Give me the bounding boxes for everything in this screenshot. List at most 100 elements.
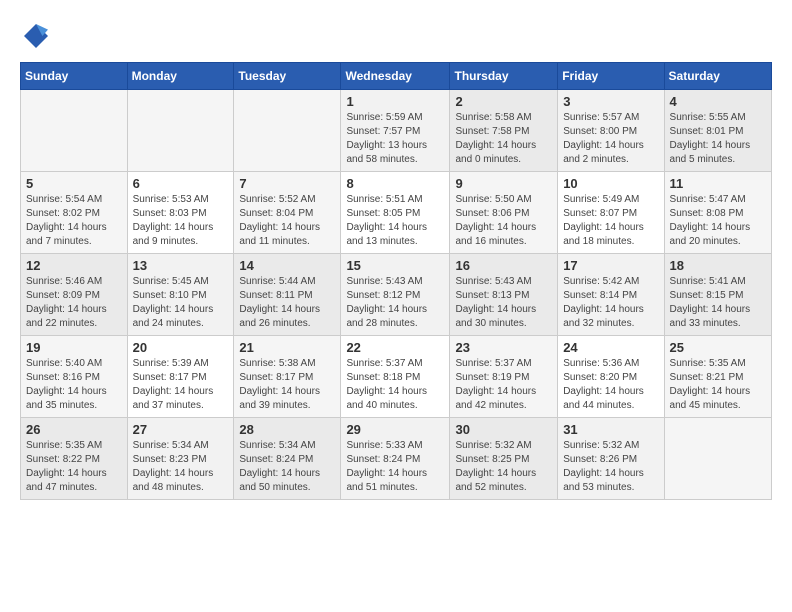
calendar-table: SundayMondayTuesdayWednesdayThursdayFrid… xyxy=(20,62,772,500)
day-info: Sunrise: 5:47 AM Sunset: 8:08 PM Dayligh… xyxy=(670,193,766,249)
weekday-header-row: SundayMondayTuesdayWednesdayThursdayFrid… xyxy=(21,63,772,90)
calendar-cell: 3 Sunrise: 5:57 AM Sunset: 8:00 PM Daylig… xyxy=(558,90,664,172)
calendar-cell: 31 Sunrise: 5:32 AM Sunset: 8:26 PM Dayli… xyxy=(558,418,664,500)
calendar-week-row: 19 Sunrise: 5:40 AM Sunset: 8:16 PM Dayli… xyxy=(21,336,772,418)
calendar-cell: 21 Sunrise: 5:38 AM Sunset: 8:17 PM Dayli… xyxy=(234,336,341,418)
calendar-cell: 30 Sunrise: 5:32 AM Sunset: 8:25 PM Dayli… xyxy=(450,418,558,500)
calendar-cell: 13 Sunrise: 5:45 AM Sunset: 8:10 PM Dayli… xyxy=(127,254,234,336)
weekday-header: Monday xyxy=(127,63,234,90)
day-number: 20 xyxy=(133,340,229,355)
day-info: Sunrise: 5:58 AM Sunset: 7:58 PM Dayligh… xyxy=(455,111,552,167)
calendar-cell: 23 Sunrise: 5:37 AM Sunset: 8:19 PM Dayli… xyxy=(450,336,558,418)
day-number: 3 xyxy=(563,94,658,109)
day-info: Sunrise: 5:32 AM Sunset: 8:26 PM Dayligh… xyxy=(563,439,658,495)
day-info: Sunrise: 5:41 AM Sunset: 8:15 PM Dayligh… xyxy=(670,275,766,331)
day-number: 1 xyxy=(346,94,444,109)
weekday-header: Thursday xyxy=(450,63,558,90)
day-number: 16 xyxy=(455,258,552,273)
day-number: 14 xyxy=(239,258,335,273)
calendar-cell: 8 Sunrise: 5:51 AM Sunset: 8:05 PM Daylig… xyxy=(341,172,450,254)
calendar-cell: 25 Sunrise: 5:35 AM Sunset: 8:21 PM Dayli… xyxy=(664,336,771,418)
weekday-header: Sunday xyxy=(21,63,128,90)
calendar-cell xyxy=(127,90,234,172)
day-number: 27 xyxy=(133,422,229,437)
calendar-cell: 1 Sunrise: 5:59 AM Sunset: 7:57 PM Daylig… xyxy=(341,90,450,172)
calendar-cell: 16 Sunrise: 5:43 AM Sunset: 8:13 PM Dayli… xyxy=(450,254,558,336)
day-info: Sunrise: 5:44 AM Sunset: 8:11 PM Dayligh… xyxy=(239,275,335,331)
day-info: Sunrise: 5:42 AM Sunset: 8:14 PM Dayligh… xyxy=(563,275,658,331)
day-info: Sunrise: 5:46 AM Sunset: 8:09 PM Dayligh… xyxy=(26,275,122,331)
day-info: Sunrise: 5:57 AM Sunset: 8:00 PM Dayligh… xyxy=(563,111,658,167)
calendar-cell: 11Sunrise: 5:47 AM Sunset: 8:08 PM Dayli… xyxy=(664,172,771,254)
day-info: Sunrise: 5:35 AM Sunset: 8:22 PM Dayligh… xyxy=(26,439,122,495)
day-number: 10 xyxy=(563,176,658,191)
day-info: Sunrise: 5:35 AM Sunset: 8:21 PM Dayligh… xyxy=(670,357,766,413)
calendar-week-row: 26Sunrise: 5:35 AM Sunset: 8:22 PM Dayli… xyxy=(21,418,772,500)
calendar-cell: 17 Sunrise: 5:42 AM Sunset: 8:14 PM Dayli… xyxy=(558,254,664,336)
day-number: 21 xyxy=(239,340,335,355)
day-info: Sunrise: 5:45 AM Sunset: 8:10 PM Dayligh… xyxy=(133,275,229,331)
day-info: Sunrise: 5:37 AM Sunset: 8:19 PM Dayligh… xyxy=(455,357,552,413)
day-info: Sunrise: 5:38 AM Sunset: 8:17 PM Dayligh… xyxy=(239,357,335,413)
calendar-cell: 12Sunrise: 5:46 AM Sunset: 8:09 PM Dayli… xyxy=(21,254,128,336)
calendar-cell: 9 Sunrise: 5:50 AM Sunset: 8:06 PM Daylig… xyxy=(450,172,558,254)
weekday-header: Saturday xyxy=(664,63,771,90)
calendar-cell: 14 Sunrise: 5:44 AM Sunset: 8:11 PM Dayli… xyxy=(234,254,341,336)
calendar-cell: 2 Sunrise: 5:58 AM Sunset: 7:58 PM Daylig… xyxy=(450,90,558,172)
day-number: 30 xyxy=(455,422,552,437)
day-number: 4 xyxy=(670,94,766,109)
day-info: Sunrise: 5:43 AM Sunset: 8:12 PM Dayligh… xyxy=(346,275,444,331)
calendar-cell: 15 Sunrise: 5:43 AM Sunset: 8:12 PM Dayli… xyxy=(341,254,450,336)
day-number: 22 xyxy=(346,340,444,355)
calendar-cell: 20 Sunrise: 5:39 AM Sunset: 8:17 PM Dayli… xyxy=(127,336,234,418)
day-info: Sunrise: 5:59 AM Sunset: 7:57 PM Dayligh… xyxy=(346,111,444,167)
day-number: 28 xyxy=(239,422,335,437)
weekday-header: Wednesday xyxy=(341,63,450,90)
day-info: Sunrise: 5:32 AM Sunset: 8:25 PM Dayligh… xyxy=(455,439,552,495)
calendar-cell: 26Sunrise: 5:35 AM Sunset: 8:22 PM Dayli… xyxy=(21,418,128,500)
day-number: 29 xyxy=(346,422,444,437)
calendar-cell: 18 Sunrise: 5:41 AM Sunset: 8:15 PM Dayli… xyxy=(664,254,771,336)
calendar-cell: 22 Sunrise: 5:37 AM Sunset: 8:18 PM Dayli… xyxy=(341,336,450,418)
day-number: 6 xyxy=(133,176,229,191)
day-number: 18 xyxy=(670,258,766,273)
calendar-cell: 28Sunrise: 5:34 AM Sunset: 8:24 PM Dayli… xyxy=(234,418,341,500)
calendar-cell xyxy=(21,90,128,172)
day-info: Sunrise: 5:33 AM Sunset: 8:24 PM Dayligh… xyxy=(346,439,444,495)
calendar-cell: 5 Sunrise: 5:54 AM Sunset: 8:02 PM Daylig… xyxy=(21,172,128,254)
calendar-cell xyxy=(234,90,341,172)
logo xyxy=(20,20,56,52)
weekday-header: Friday xyxy=(558,63,664,90)
day-info: Sunrise: 5:40 AM Sunset: 8:16 PM Dayligh… xyxy=(26,357,122,413)
calendar-week-row: 12Sunrise: 5:46 AM Sunset: 8:09 PM Dayli… xyxy=(21,254,772,336)
calendar-cell: 29 Sunrise: 5:33 AM Sunset: 8:24 PM Dayli… xyxy=(341,418,450,500)
calendar-week-row: 1 Sunrise: 5:59 AM Sunset: 7:57 PM Daylig… xyxy=(21,90,772,172)
day-number: 13 xyxy=(133,258,229,273)
calendar-cell: 10Sunrise: 5:49 AM Sunset: 8:07 PM Dayli… xyxy=(558,172,664,254)
day-info: Sunrise: 5:54 AM Sunset: 8:02 PM Dayligh… xyxy=(26,193,122,249)
calendar-cell: 27Sunrise: 5:34 AM Sunset: 8:23 PM Dayli… xyxy=(127,418,234,500)
day-number: 9 xyxy=(455,176,552,191)
day-number: 17 xyxy=(563,258,658,273)
logo-icon xyxy=(20,20,52,52)
day-info: Sunrise: 5:51 AM Sunset: 8:05 PM Dayligh… xyxy=(346,193,444,249)
calendar-cell: 7Sunrise: 5:52 AM Sunset: 8:04 PM Daylig… xyxy=(234,172,341,254)
day-info: Sunrise: 5:52 AM Sunset: 8:04 PM Dayligh… xyxy=(239,193,335,249)
day-number: 15 xyxy=(346,258,444,273)
day-number: 8 xyxy=(346,176,444,191)
day-info: Sunrise: 5:39 AM Sunset: 8:17 PM Dayligh… xyxy=(133,357,229,413)
day-number: 19 xyxy=(26,340,122,355)
weekday-header: Tuesday xyxy=(234,63,341,90)
calendar-cell: 24Sunrise: 5:36 AM Sunset: 8:20 PM Dayli… xyxy=(558,336,664,418)
day-number: 31 xyxy=(563,422,658,437)
day-info: Sunrise: 5:37 AM Sunset: 8:18 PM Dayligh… xyxy=(346,357,444,413)
calendar-week-row: 5 Sunrise: 5:54 AM Sunset: 8:02 PM Daylig… xyxy=(21,172,772,254)
calendar-cell xyxy=(664,418,771,500)
day-info: Sunrise: 5:50 AM Sunset: 8:06 PM Dayligh… xyxy=(455,193,552,249)
day-number: 5 xyxy=(26,176,122,191)
day-info: Sunrise: 5:43 AM Sunset: 8:13 PM Dayligh… xyxy=(455,275,552,331)
day-info: Sunrise: 5:53 AM Sunset: 8:03 PM Dayligh… xyxy=(133,193,229,249)
day-number: 23 xyxy=(455,340,552,355)
day-number: 2 xyxy=(455,94,552,109)
day-number: 25 xyxy=(670,340,766,355)
